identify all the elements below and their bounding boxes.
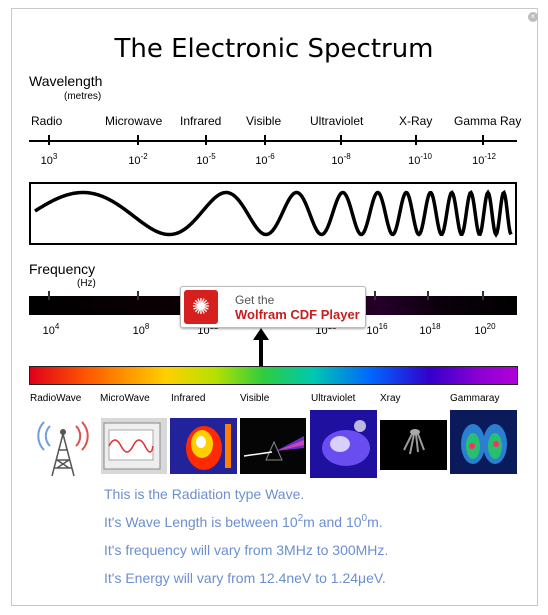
wavelength-axis [29,140,517,142]
gamma-ray-scan-image [450,410,517,474]
wavelength-tick-label: 10-5 [196,152,216,167]
wave-illustration [29,182,517,245]
frequency-tick [374,291,376,300]
band-label-ultraviolet: Ultraviolet [310,114,364,128]
chirp-wave [34,189,513,238]
type-label-xray: Xray [380,393,401,404]
wavelength-tick-label: 10-10 [408,152,432,167]
wavelength-tick-label: 10-6 [255,152,275,167]
frequency-tick [482,291,484,300]
frequency-tick-label: 1018 [419,322,441,337]
wavelength-tick [482,135,484,145]
prism-visible-image [240,418,306,474]
slider-pointer-arrow[interactable] [259,338,263,366]
wavelength-tick-label: 10-8 [331,152,351,167]
frequency-tick [427,291,429,300]
info-line-frequency: It's frequency will vary from 3MHz to 30… [104,542,389,558]
cdf-prompt-line1: Get the [235,293,275,307]
frequency-tick [48,291,50,300]
band-label-radio: Radio [31,114,63,128]
wolfram-spikey-icon: ✺ [184,290,218,324]
wavelength-tick [415,135,417,145]
frequency-tick-label: 1016 [366,322,388,337]
type-label-ultraviolet: Ultraviolet [311,393,356,404]
get-cdf-player-button[interactable]: ✺ Get the Wolfram CDF Player [180,286,366,328]
xray-image [380,420,447,470]
wavelength-tick [264,135,266,145]
band-label-xray: X-Ray [399,114,433,128]
wavelength-tick [48,135,50,145]
wavelength-tick-label: 10-12 [472,152,496,167]
frequency-tick [137,291,139,300]
page-title: The Electronic Spectrum [114,34,434,64]
band-label-microwave: Microwave [105,114,163,128]
band-label-visible: Visible [246,114,282,128]
info-line-wavelength: It's Wave Length is between 102m and 100… [104,513,383,530]
wavelength-tick [137,135,139,145]
wavelength-tick-label: 103 [40,152,58,167]
close-icon[interactable]: × [528,12,538,22]
frequency-label: Frequency [29,261,96,277]
wavelength-label: Wavelength [29,73,103,89]
type-label-infrared: Infrared [171,393,206,404]
info-line-energy: It's Energy will vary from 12.4neV to 1.… [104,570,386,586]
microwave-oven-image [101,418,167,474]
frequency-tick-label: 108 [132,322,150,337]
type-label-visible: Visible [240,393,270,404]
frequency-unit: (Hz) [77,278,96,289]
type-label-radiowave: RadioWave [30,393,82,404]
wavelength-tick [205,135,207,145]
spectrum-slider[interactable] [29,366,518,385]
radio-tower-image [30,410,96,478]
wavelength-tick [340,135,342,145]
frequency-tick-label: 104 [42,322,60,337]
wavelength-tick-label: 10-2 [128,152,148,167]
wavelength-unit: (metres) [64,91,102,102]
ultraviolet-image [310,410,377,478]
type-label-microwave: MicroWave [100,393,150,404]
band-label-gamma-ray: Gamma Ray [454,114,522,128]
type-label-gammaray: Gammaray [450,393,500,404]
cdf-prompt-line2: Wolfram CDF Player [235,307,360,322]
band-label-infrared: Infrared [180,114,222,128]
frequency-tick-label: 1020 [474,322,496,337]
infrared-thermal-image [170,418,237,474]
info-line-type: This is the Radiation type Wave. [104,486,305,502]
